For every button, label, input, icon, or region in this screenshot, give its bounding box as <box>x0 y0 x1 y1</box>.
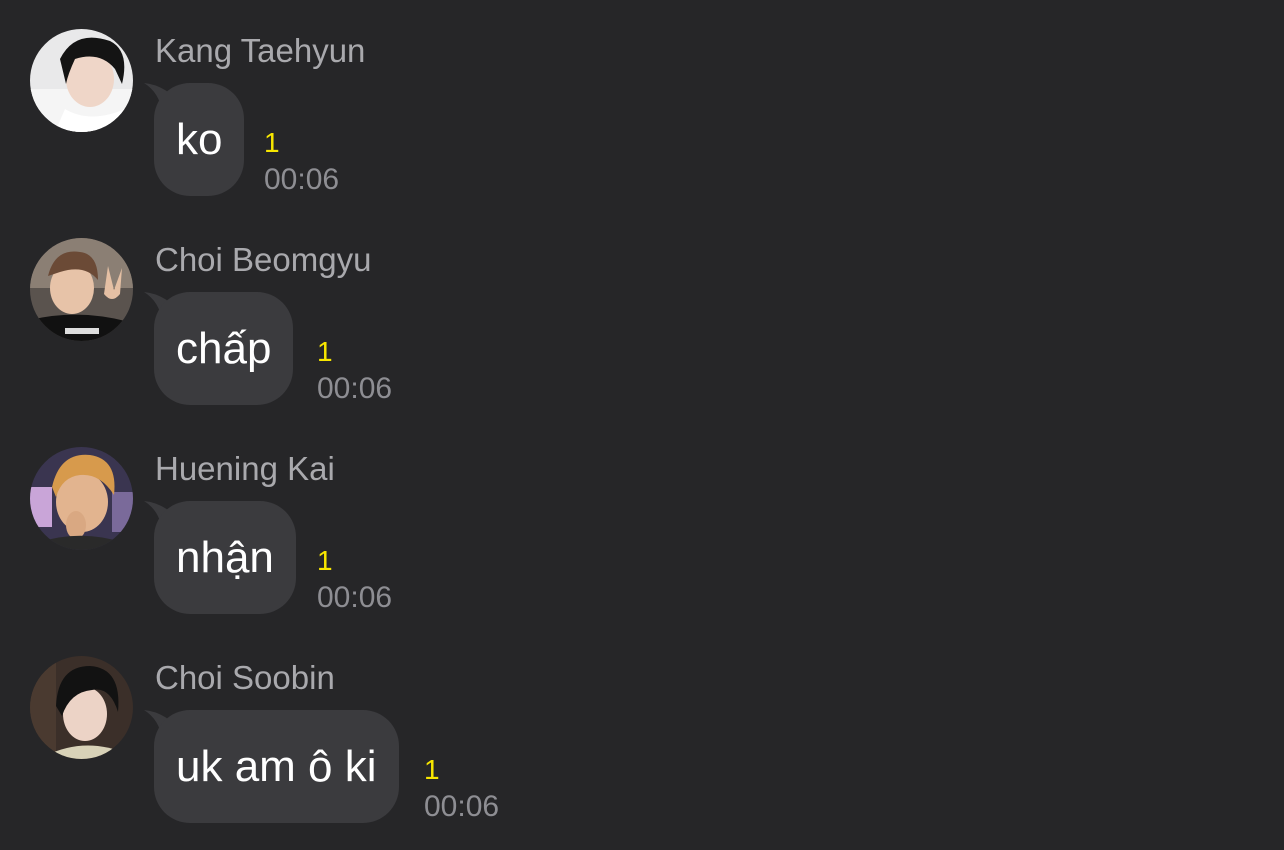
message-bubble[interactable]: ko <box>154 83 245 196</box>
sender-name: Choi Soobin <box>155 659 335 696</box>
profile-photo-icon <box>30 238 133 341</box>
unread-count: 1 <box>317 336 333 367</box>
sender-avatar[interactable] <box>30 29 133 132</box>
profile-photo-icon <box>30 447 133 550</box>
message-meta: 1 00:06 <box>264 127 339 197</box>
message-meta: 1 00:06 <box>424 754 499 824</box>
message-time: 00:06 <box>424 790 500 823</box>
unread-count: 1 <box>424 754 440 785</box>
chat-message: Choi Soobin uk am ô ki 1 00:06 <box>0 656 1284 850</box>
message-time: 00:06 <box>317 372 393 405</box>
message-time: 00:06 <box>264 163 340 196</box>
message-bubble[interactable]: uk am ô ki <box>154 710 399 823</box>
sender-avatar[interactable] <box>30 447 133 550</box>
chat-message: Choi Beomgyu chấp 1 00:06 <box>0 238 1284 438</box>
sender-avatar[interactable] <box>30 238 133 341</box>
chat-message-list[interactable]: Kang Taehyun ko 1 00:06 Choi Beomgyu chấ… <box>0 0 1284 850</box>
profile-photo-icon <box>30 29 133 132</box>
chat-message: Kang Taehyun ko 1 00:06 <box>0 29 1284 229</box>
chat-message: Huening Kai nhận 1 00:06 <box>0 447 1284 647</box>
message-bubble[interactable]: chấp <box>154 292 294 405</box>
unread-count: 1 <box>317 545 333 576</box>
sender-avatar[interactable] <box>30 656 133 759</box>
message-meta: 1 00:06 <box>317 545 392 615</box>
message-bubble[interactable]: nhận <box>154 501 296 614</box>
message-meta: 1 00:06 <box>317 336 392 406</box>
sender-name: Choi Beomgyu <box>155 241 372 278</box>
sender-name: Huening Kai <box>155 450 335 487</box>
unread-count: 1 <box>264 127 280 158</box>
profile-photo-icon <box>30 656 133 759</box>
sender-name: Kang Taehyun <box>155 32 366 69</box>
message-time: 00:06 <box>317 581 393 614</box>
